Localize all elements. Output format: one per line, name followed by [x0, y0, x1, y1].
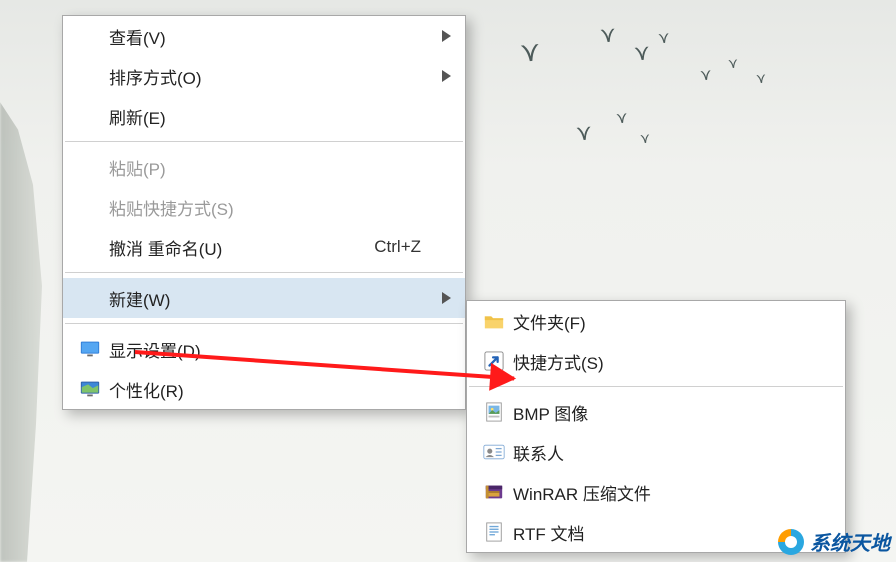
new-submenu: 文件夹(F) 快捷方式(S) BMP 图像 联系人 WinRAR 压缩文件 RT…	[466, 300, 846, 553]
bird-decoration: ⋎	[639, 130, 651, 148]
menu-item-personalize[interactable]: 个性化(R)	[63, 369, 465, 409]
menu-label: BMP 图像	[513, 400, 831, 425]
menu-separator	[65, 141, 463, 142]
bird-decoration: ⋎	[633, 39, 651, 66]
menu-label: 排序方式(O)	[109, 64, 451, 89]
display-icon	[79, 339, 109, 359]
menu-label: 快捷方式(S)	[513, 349, 831, 374]
menu-label: 粘贴快捷方式(S)	[109, 195, 451, 220]
chevron-right-icon	[442, 292, 451, 304]
bmp-file-icon	[483, 402, 513, 422]
folder-icon	[483, 311, 513, 331]
winrar-icon	[483, 482, 513, 502]
menu-item-sort[interactable]: 排序方式(O)	[63, 56, 465, 96]
bird-decoration: ⋎	[727, 55, 739, 73]
watermark: 系统天地	[778, 527, 890, 556]
menu-accelerator: Ctrl+Z	[374, 237, 421, 257]
bird-decoration: ⋎	[755, 70, 767, 88]
menu-separator	[469, 386, 843, 387]
menu-label: 查看(V)	[109, 24, 451, 49]
menu-label: WinRAR 压缩文件	[513, 480, 831, 505]
menu-label: 刷新(E)	[109, 104, 451, 129]
menu-item-undo[interactable]: 撤消 重命名(U) Ctrl+Z	[63, 227, 465, 267]
bird-decoration: ⋎	[615, 108, 628, 129]
menu-item-paste-shortcut: 粘贴快捷方式(S)	[63, 187, 465, 227]
menu-label: 撤消 重命名(U)	[109, 235, 374, 260]
submenu-item-bmp[interactable]: BMP 图像	[467, 392, 845, 432]
watermark-text: 系统天地	[810, 527, 890, 556]
desktop-context-menu: 查看(V) 排序方式(O) 刷新(E) 粘贴(P) 粘贴快捷方式(S) 撤消 重…	[62, 15, 466, 410]
menu-label: 文件夹(F)	[513, 309, 831, 334]
menu-label: 显示设置(D)	[109, 337, 451, 362]
submenu-item-winrar[interactable]: WinRAR 压缩文件	[467, 472, 845, 512]
menu-item-new[interactable]: 新建(W)	[63, 278, 465, 318]
menu-label: 个性化(R)	[109, 377, 451, 402]
contact-icon	[483, 442, 513, 462]
rtf-file-icon	[483, 522, 513, 542]
submenu-item-folder[interactable]: 文件夹(F)	[467, 301, 845, 341]
bird-decoration: ⋎	[599, 21, 617, 48]
menu-item-view[interactable]: 查看(V)	[63, 16, 465, 56]
menu-label: 粘贴(P)	[109, 155, 451, 180]
personalize-icon	[79, 379, 109, 399]
bird-decoration: ⋎	[699, 65, 712, 86]
background-hill	[0, 102, 60, 562]
bird-decoration: ⋎	[657, 28, 670, 49]
chevron-right-icon	[442, 30, 451, 42]
submenu-item-contact[interactable]: 联系人	[467, 432, 845, 472]
bird-decoration: ⋎	[519, 34, 542, 69]
chevron-right-icon	[442, 70, 451, 82]
bird-decoration: ⋎	[575, 119, 593, 146]
menu-label: 联系人	[513, 440, 831, 465]
menu-item-refresh[interactable]: 刷新(E)	[63, 96, 465, 136]
menu-label: 新建(W)	[109, 286, 451, 311]
menu-separator	[65, 272, 463, 273]
menu-separator	[65, 323, 463, 324]
watermark-logo-icon	[778, 529, 804, 555]
menu-item-paste: 粘贴(P)	[63, 147, 465, 187]
submenu-item-shortcut[interactable]: 快捷方式(S)	[467, 341, 845, 381]
